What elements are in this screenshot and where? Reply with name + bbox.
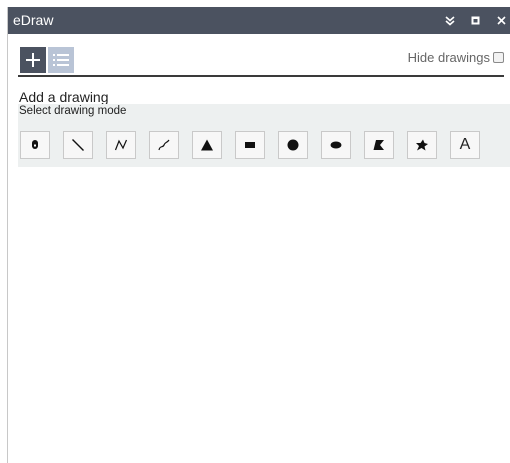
rectangle-icon (245, 142, 255, 148)
mode-text-button[interactable]: A (450, 131, 480, 159)
polygon-icon (373, 140, 384, 150)
tab-drawing-list[interactable] (48, 47, 74, 73)
mode-polyline-button[interactable] (106, 131, 136, 159)
mode-line-button[interactable] (63, 131, 93, 159)
add-drawing-heading: Add a drawing (19, 89, 109, 105)
circle-icon (287, 139, 299, 151)
plus-icon (26, 53, 40, 67)
select-mode-label: Select drawing mode (19, 105, 127, 117)
mode-polygon-button[interactable] (364, 131, 394, 159)
list-icon (53, 54, 69, 66)
close-icon (496, 16, 506, 25)
mode-triangle-button[interactable] (192, 131, 222, 159)
polyline-icon (114, 139, 128, 151)
double-chevron-down-icon (445, 15, 455, 26)
edraw-toolbar: Hide drawings (18, 47, 504, 77)
mode-ellipse-button[interactable] (321, 131, 351, 159)
triangle-icon (201, 139, 213, 151)
text-icon: A (459, 136, 471, 153)
line-icon (72, 139, 84, 151)
mode-freehand-polygon-button[interactable] (407, 131, 437, 159)
drawing-mode-section: Select drawing mode A (18, 104, 510, 167)
square-icon (471, 16, 479, 25)
close-button[interactable] (490, 7, 510, 34)
freehand-line-icon (158, 139, 170, 151)
panel-titlebar: eDraw (8, 7, 510, 34)
edraw-panel: eDraw Hide drawings Add a drawing Select… (7, 7, 510, 463)
hide-drawings-control: Hide drawings (408, 50, 504, 65)
mode-freehand-line-button[interactable] (149, 131, 179, 159)
point-marker-icon (32, 140, 38, 149)
freehand-polygon-icon (416, 139, 428, 151)
hide-drawings-label: Hide drawings (407, 50, 490, 65)
ellipse-icon (330, 141, 342, 149)
mode-circle-button[interactable] (278, 131, 308, 159)
panel-title: eDraw (13, 12, 54, 28)
maximize-button[interactable] (464, 7, 486, 34)
collapse-button[interactable] (439, 7, 461, 34)
mode-point-button[interactable] (20, 131, 50, 159)
tab-add-drawing[interactable] (20, 47, 46, 73)
hide-drawings-checkbox[interactable] (493, 52, 504, 63)
mode-rectangle-button[interactable] (235, 131, 265, 159)
